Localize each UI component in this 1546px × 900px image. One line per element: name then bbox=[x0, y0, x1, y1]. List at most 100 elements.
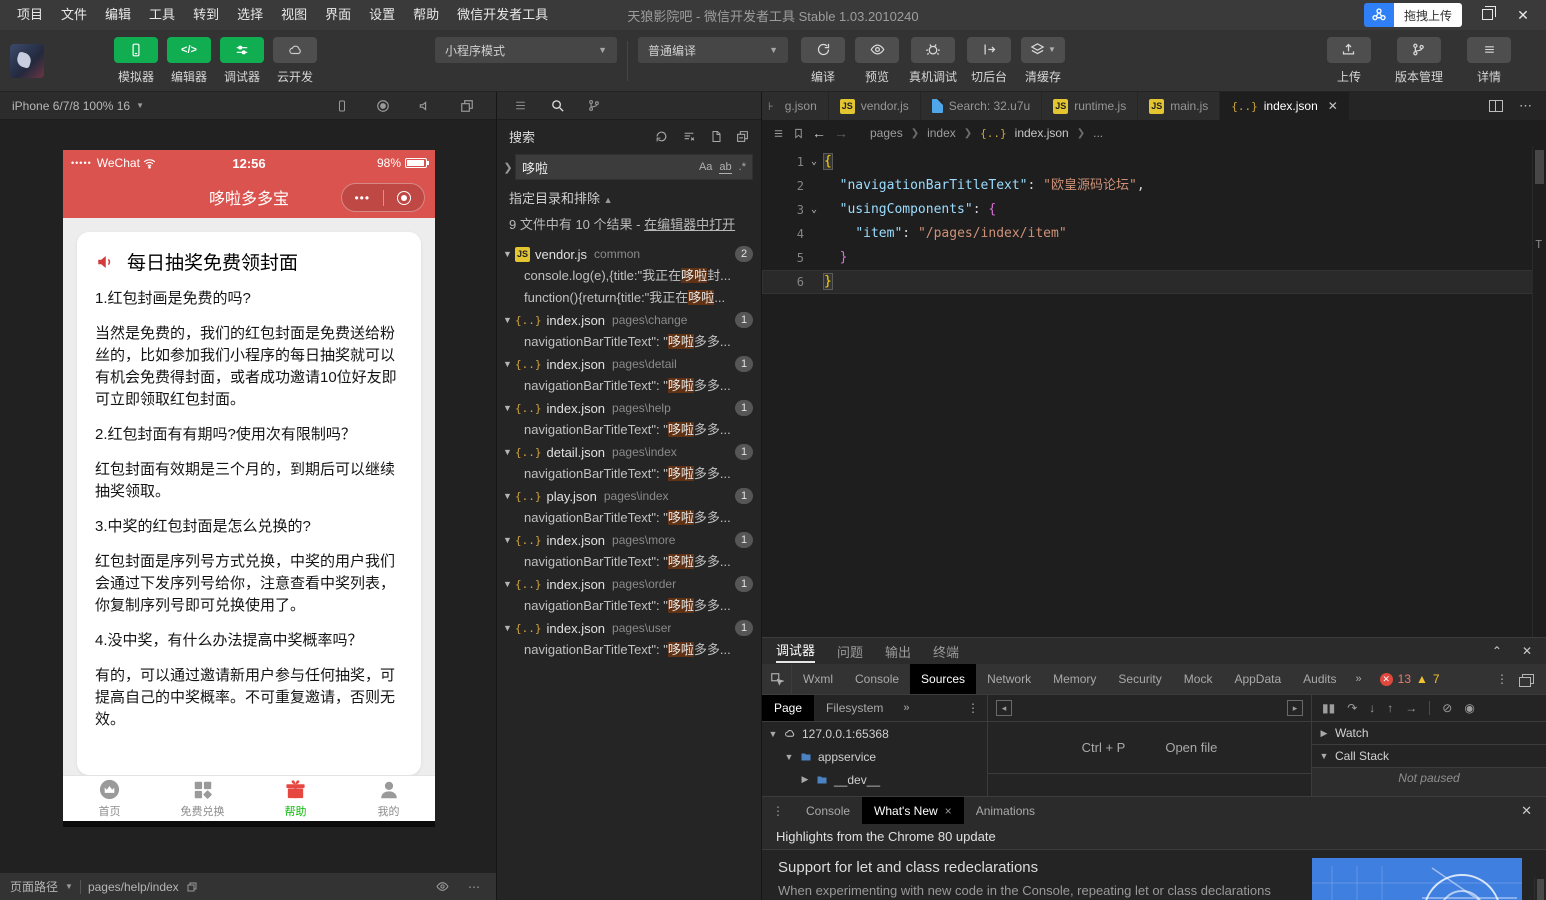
eye-icon[interactable] bbox=[435, 880, 450, 893]
more-tabs-icon[interactable]: » bbox=[1348, 673, 1370, 685]
chevron-down-icon[interactable]: ▼ bbox=[136, 101, 144, 110]
menu-help[interactable]: 帮助 bbox=[404, 0, 448, 30]
fold-icon[interactable]: ⌄ bbox=[804, 150, 824, 174]
tab-help[interactable]: 帮助 bbox=[249, 776, 342, 821]
close-window-button[interactable]: ✕ bbox=[1512, 7, 1534, 24]
step-into-icon[interactable]: ↓ bbox=[1369, 701, 1375, 715]
devtools-tab-audits[interactable]: Audits bbox=[1292, 664, 1347, 694]
chevron-down-icon[interactable]: ▼ bbox=[503, 535, 515, 545]
sources-tab-page[interactable]: Page bbox=[762, 695, 814, 721]
drag-upload-button[interactable]: 拖拽上传 bbox=[1364, 3, 1462, 27]
more-dots-icon[interactable]: ••• bbox=[342, 191, 383, 205]
undock-icon[interactable] bbox=[1522, 674, 1534, 684]
chevron-down-icon[interactable]: ▼ bbox=[784, 752, 794, 762]
tab-vendor-js[interactable]: JS vendor.js bbox=[829, 92, 921, 120]
dir-filter-toggle[interactable]: 指定目录和排除 ▲ bbox=[497, 186, 761, 213]
compile-button[interactable]: 编译 bbox=[801, 37, 845, 85]
preview-button[interactable]: 预览 bbox=[855, 37, 899, 85]
chevron-right-icon[interactable]: ❯ bbox=[501, 161, 515, 174]
back-arrow-icon[interactable]: ← bbox=[812, 125, 826, 141]
result-match-row[interactable]: function(){return{title:"我正在哆啦... bbox=[497, 287, 761, 309]
compile-mode-dropdown[interactable]: 普通编译 ▼ bbox=[638, 37, 788, 63]
result-match-row[interactable]: navigationBarTitleText": "哆啦多多... bbox=[497, 639, 761, 661]
result-file-row[interactable]: ▼ {..} index.json pages\help 1 bbox=[497, 397, 761, 419]
chevron-down-icon[interactable]: ▼ bbox=[503, 491, 515, 501]
menu-settings[interactable]: 设置 bbox=[360, 0, 404, 30]
result-match-row[interactable]: console.log(e),{title:"我正在哆啦封... bbox=[497, 265, 761, 287]
details-button[interactable]: 详情 bbox=[1467, 37, 1511, 85]
exit-circle-icon[interactable] bbox=[384, 191, 425, 205]
step-over-icon[interactable]: ↷ bbox=[1347, 701, 1357, 715]
editor-scrollbar[interactable] bbox=[1532, 146, 1546, 637]
list-icon[interactable] bbox=[772, 128, 785, 139]
watch-section[interactable]: ▶ Watch bbox=[1312, 722, 1546, 745]
source-control-icon[interactable] bbox=[587, 98, 601, 113]
drawer-menu-icon[interactable]: ⋮ bbox=[762, 804, 794, 818]
result-file-row[interactable]: ▼ {..} index.json pages\order 1 bbox=[497, 573, 761, 595]
tab-main-js[interactable]: JS main.js bbox=[1138, 92, 1220, 120]
menu-project[interactable]: 项目 bbox=[8, 0, 52, 30]
regex-icon[interactable]: .* bbox=[739, 161, 746, 173]
device-selector[interactable]: iPhone 6/7/8 100% 16 bbox=[12, 99, 130, 113]
breadcrumb-index[interactable]: index bbox=[927, 126, 956, 140]
collapse-panel-icon[interactable]: ⌃ bbox=[1492, 644, 1502, 658]
clear-cache-button[interactable]: ▼ 清缓存 bbox=[1021, 37, 1065, 85]
new-file-icon[interactable] bbox=[710, 130, 722, 143]
search-input[interactable]: 哆啦 Aa ab .* bbox=[515, 154, 753, 180]
fold-icon[interactable]: ⌄ bbox=[804, 198, 824, 222]
debugger-toggle-button[interactable]: 调试器 bbox=[220, 37, 264, 85]
cloud-dev-button[interactable]: 云开发 bbox=[273, 37, 317, 85]
devtools-tab-mock[interactable]: Mock bbox=[1173, 664, 1224, 694]
page-path-label[interactable]: 页面路径 bbox=[10, 878, 58, 895]
clear-results-icon[interactable] bbox=[682, 130, 696, 143]
devtools-tab-appdata[interactable]: AppData bbox=[1223, 664, 1292, 694]
tree-menu-icon[interactable]: ⋮ bbox=[967, 701, 987, 715]
drawer-scrollbar[interactable] bbox=[1534, 877, 1546, 900]
pause-on-exceptions-icon[interactable]: ◉ bbox=[1464, 701, 1474, 715]
result-match-row[interactable]: navigationBarTitleText": "哆啦多多... bbox=[497, 331, 761, 353]
tab-index-json[interactable]: {..} index.json ✕ bbox=[1220, 92, 1350, 120]
result-match-row[interactable]: navigationBarTitleText": "哆啦多多... bbox=[497, 551, 761, 573]
close-panel-icon[interactable]: ✕ bbox=[1522, 644, 1532, 658]
devtools-tab-console[interactable]: Console bbox=[844, 664, 910, 694]
devtools-tab-sources[interactable]: Sources bbox=[910, 664, 976, 694]
deactivate-breakpoints-icon[interactable]: ⊘ bbox=[1442, 701, 1452, 715]
drawer-tab-console[interactable]: Console bbox=[794, 797, 862, 824]
tab-redeem[interactable]: 免费兑换 bbox=[156, 776, 249, 821]
result-match-row[interactable]: navigationBarTitleText": "哆啦多多... bbox=[497, 507, 761, 529]
article-thumbnail[interactable] bbox=[1312, 858, 1522, 900]
menu-goto[interactable]: 转到 bbox=[184, 0, 228, 30]
result-match-row[interactable]: navigationBarTitleText": "哆啦多多... bbox=[497, 595, 761, 617]
menu-devtools[interactable]: 微信开发者工具 bbox=[448, 0, 557, 30]
simulator-toggle-button[interactable]: 模拟器 bbox=[114, 37, 158, 85]
restore-window-button[interactable] bbox=[1476, 7, 1498, 23]
more-tabs-icon[interactable]: » bbox=[895, 702, 917, 714]
step-icon[interactable]: → bbox=[1405, 701, 1417, 715]
drawer-tab-whats-new[interactable]: What's New × bbox=[862, 797, 964, 824]
chevron-down-icon[interactable]: ▼ bbox=[503, 447, 515, 457]
result-match-row[interactable]: navigationBarTitleText": "哆啦多多... bbox=[497, 375, 761, 397]
breadcrumb-file[interactable]: index.json bbox=[1015, 126, 1069, 140]
devtools-tab-network[interactable]: Network bbox=[976, 664, 1042, 694]
chevron-right-icon[interactable]: ▶ bbox=[800, 774, 810, 785]
console-badges[interactable]: ✕ 13 ▲ 7 bbox=[1380, 672, 1440, 686]
rotate-device-icon[interactable] bbox=[336, 99, 348, 113]
menu-view[interactable]: 视图 bbox=[272, 0, 316, 30]
tab-output[interactable]: 输出 bbox=[885, 642, 911, 661]
code-area[interactable]: 1 ⌄ { 2 "navigationBarTitleText": "欧皇源码论… bbox=[762, 146, 1546, 637]
search-icon[interactable] bbox=[550, 98, 565, 113]
menu-tools[interactable]: 工具 bbox=[140, 0, 184, 30]
menu-file[interactable]: 文件 bbox=[52, 0, 96, 30]
chevron-down-icon[interactable]: ▼ bbox=[503, 623, 515, 633]
multi-window-icon[interactable] bbox=[460, 99, 474, 113]
bookmark-icon[interactable] bbox=[793, 127, 804, 140]
result-file-row[interactable]: ▼ {..} index.json pages\detail 1 bbox=[497, 353, 761, 375]
remote-debug-button[interactable]: 真机调试 bbox=[909, 37, 957, 85]
result-file-row[interactable]: ▼ JS vendor.js common 2 bbox=[497, 243, 761, 265]
upload-button[interactable]: 上传 bbox=[1327, 37, 1371, 85]
chevron-down-icon[interactable]: ▼ bbox=[65, 882, 73, 891]
devtools-tab-memory[interactable]: Memory bbox=[1042, 664, 1107, 694]
mode-dropdown[interactable]: 小程序模式 ▼ bbox=[435, 37, 617, 63]
menu-edit[interactable]: 编辑 bbox=[96, 0, 140, 30]
more-actions-icon[interactable]: ⋯ bbox=[1519, 98, 1532, 114]
